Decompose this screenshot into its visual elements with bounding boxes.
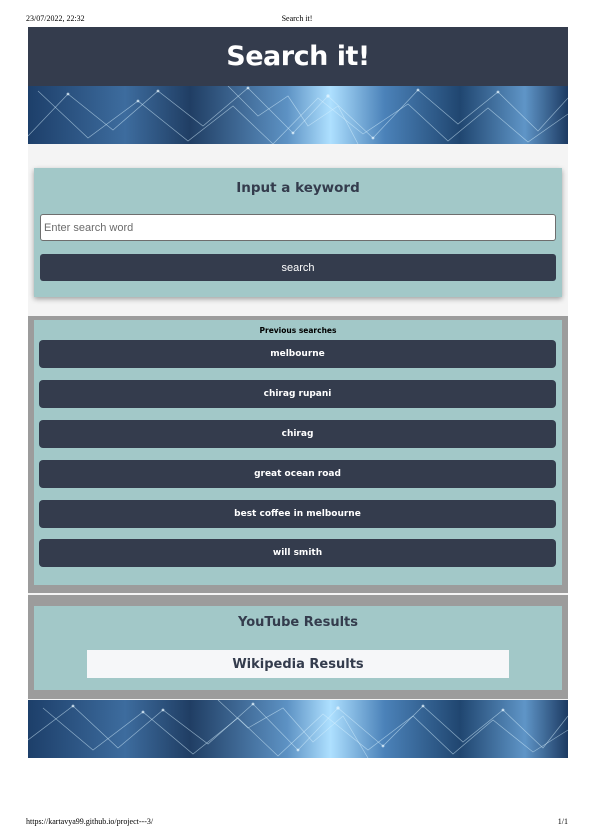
history-item-will-smith[interactable]: will smith xyxy=(39,539,556,567)
history-item-best-coffee-in-melbourne[interactable]: best coffee in melbourne xyxy=(39,500,556,528)
print-page-number: 1/1 xyxy=(557,817,568,826)
print-url: https://kartavya99.github.io/project---3… xyxy=(26,817,154,826)
search-button[interactable]: search xyxy=(40,254,556,281)
search-heading: Input a keyword xyxy=(236,180,360,196)
history-item-great-ocean-road[interactable]: great ocean road xyxy=(39,460,556,488)
print-footer: https://kartavya99.github.io/project---3… xyxy=(0,815,594,829)
search-card: Input a keyword search xyxy=(34,168,562,297)
results-panel: YouTube Results Wikipedia Results xyxy=(34,606,562,690)
previous-searches-heading: Previous searches xyxy=(259,326,337,335)
previous-searches-panel: Previous searches melbourne chirag rupan… xyxy=(34,320,562,585)
site-header: Search it! xyxy=(28,27,568,86)
history-item-chirag-rupani[interactable]: chirag rupani xyxy=(39,380,556,408)
previous-searches-section: Previous searches melbourne chirag rupan… xyxy=(28,316,568,593)
history-item-chirag[interactable]: chirag xyxy=(39,420,556,448)
header-banner-image xyxy=(28,86,568,144)
footer-banner-image xyxy=(28,700,568,758)
page: Search it! Input a keyword search Previo… xyxy=(28,27,568,758)
youtube-results-heading: YouTube Results xyxy=(238,615,358,630)
search-input[interactable] xyxy=(40,214,556,241)
wikipedia-results-box: Wikipedia Results xyxy=(87,650,509,678)
print-header: 23/07/2022, 22:32 Search it! xyxy=(0,0,594,28)
wikipedia-results-heading: Wikipedia Results xyxy=(232,656,364,672)
print-title: Search it! xyxy=(281,14,313,23)
history-item-melbourne[interactable]: melbourne xyxy=(39,340,556,368)
results-section: YouTube Results Wikipedia Results xyxy=(28,595,568,699)
site-title: Search it! xyxy=(226,41,370,72)
